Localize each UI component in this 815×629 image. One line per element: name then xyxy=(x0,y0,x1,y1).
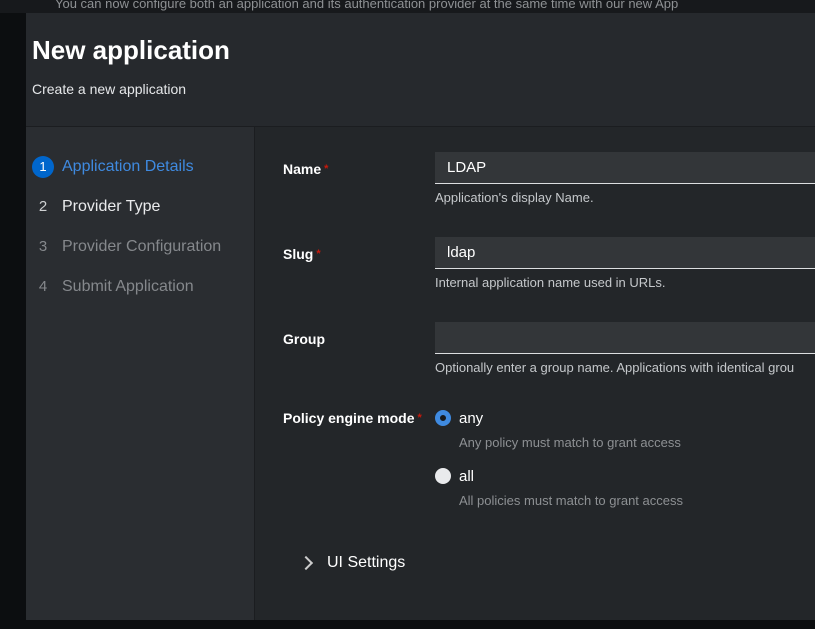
required-asterisk: * xyxy=(324,163,328,175)
slug-help-text: Internal application name used in URLs. xyxy=(435,275,815,291)
wizard-step-submit-application[interactable]: 4 Submit Application xyxy=(26,267,254,307)
wizard-step-application-details[interactable]: 1 Application Details xyxy=(26,147,254,187)
radio-any[interactable] xyxy=(435,410,451,426)
banner-text: You can now configure both an applicatio… xyxy=(0,0,815,11)
wizard-body: 1 Application Details 2 Provider Type 3 … xyxy=(26,127,815,620)
radio-all-label: all xyxy=(459,468,474,485)
group-input[interactable] xyxy=(435,322,815,354)
step-number-badge: 4 xyxy=(32,276,54,298)
required-asterisk: * xyxy=(316,248,320,260)
wizard-step-provider-configuration[interactable]: 3 Provider Configuration xyxy=(26,227,254,267)
slug-input[interactable] xyxy=(435,237,815,269)
step-label: Submit Application xyxy=(62,278,194,296)
step-label: Provider Configuration xyxy=(62,238,221,256)
new-application-modal: New application Create a new application… xyxy=(26,13,815,620)
group-help-text: Optionally enter a group name. Applicati… xyxy=(435,360,815,376)
name-label: Name* xyxy=(283,152,435,178)
policy-option-all[interactable]: all xyxy=(435,465,815,487)
step-number-badge: 2 xyxy=(32,196,54,218)
wizard-step-provider-type[interactable]: 2 Provider Type xyxy=(26,187,254,227)
step-number-badge: 1 xyxy=(32,156,54,178)
modal-header: New application Create a new application xyxy=(26,13,815,127)
ui-settings-expander[interactable]: UI Settings xyxy=(301,551,815,575)
chevron-right-icon xyxy=(299,556,313,570)
required-asterisk: * xyxy=(417,412,421,424)
step-label: Provider Type xyxy=(62,198,160,216)
policy-all-help-text: All policies must match to grant access xyxy=(459,493,815,509)
page-subtitle: Create a new application xyxy=(32,79,815,99)
policy-any-help-text: Any policy must match to grant access xyxy=(459,435,815,451)
name-help-text: Application's display Name. xyxy=(435,190,815,206)
policy-engine-mode-row: Policy engine mode* any Any policy must … xyxy=(283,407,815,523)
radio-all[interactable] xyxy=(435,468,451,484)
step-number-badge: 3 xyxy=(32,236,54,258)
step-label: Application Details xyxy=(62,158,194,176)
wizard-nav: 1 Application Details 2 Provider Type 3 … xyxy=(26,127,255,620)
notification-banner: You can now configure both an applicatio… xyxy=(0,0,815,13)
application-details-form: Name* Application's display Name. Slug* … xyxy=(255,127,815,620)
name-input[interactable] xyxy=(435,152,815,184)
policy-engine-mode-label: Policy engine mode* xyxy=(283,407,435,427)
page-title: New application xyxy=(32,33,815,67)
slug-label: Slug* xyxy=(283,237,435,263)
group-field-row: Group Optionally enter a group name. App… xyxy=(283,322,815,376)
group-label: Group xyxy=(283,322,435,348)
name-field-row: Name* Application's display Name. xyxy=(283,152,815,206)
ui-settings-label: UI Settings xyxy=(327,554,405,572)
slug-field-row: Slug* Internal application name used in … xyxy=(283,237,815,291)
policy-option-any[interactable]: any xyxy=(435,407,815,429)
radio-any-label: any xyxy=(459,410,483,427)
